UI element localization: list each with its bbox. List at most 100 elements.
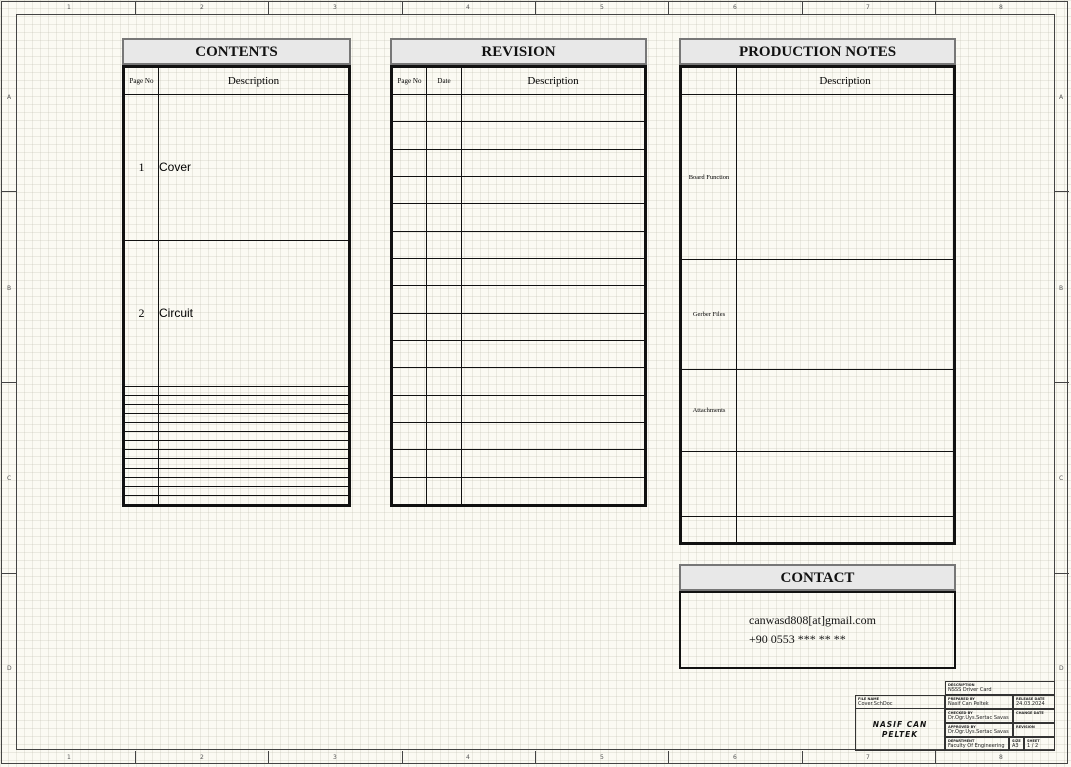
table-row bbox=[124, 403, 349, 414]
empty-cell bbox=[124, 421, 159, 433]
empty-cell bbox=[158, 467, 349, 478]
zone-row-label: B bbox=[1059, 285, 1064, 292]
empty-cell bbox=[426, 449, 462, 478]
zone-tick bbox=[668, 751, 669, 764]
zone-col-label: 8 bbox=[999, 4, 1003, 11]
empty-cell bbox=[392, 476, 427, 506]
zone-tick bbox=[1054, 573, 1069, 574]
table-row bbox=[392, 175, 645, 205]
empty-cell bbox=[461, 230, 645, 259]
release-date-value: 24.03.2024 bbox=[1016, 701, 1045, 707]
empty-cell bbox=[124, 412, 159, 423]
col-header-date: Date bbox=[426, 67, 462, 95]
table-row bbox=[681, 516, 954, 543]
table-row bbox=[392, 394, 645, 423]
contents-desc-cell: Circuit bbox=[158, 239, 349, 387]
table-row bbox=[392, 93, 645, 123]
zone-col-label: 6 bbox=[733, 4, 737, 11]
table-row bbox=[124, 449, 349, 460]
empty-cell bbox=[392, 394, 427, 423]
title-block: FILE NAME Cover.SchDoc NASIF CAN PELTEK … bbox=[855, 681, 1055, 751]
zone-tick bbox=[802, 1, 803, 14]
size-cell: SIZE A3 bbox=[1009, 737, 1024, 751]
empty-cell bbox=[158, 421, 349, 433]
zone-col-label: 7 bbox=[866, 754, 870, 761]
empty-cell bbox=[158, 431, 349, 442]
empty-cell bbox=[426, 367, 462, 396]
zone-col-label: 4 bbox=[466, 754, 470, 761]
empty-cell bbox=[426, 285, 462, 314]
zone-row-label: B bbox=[7, 285, 12, 292]
empty-cell bbox=[426, 93, 462, 123]
description-cell: DESCRIPTION NSSS Driver Card bbox=[945, 681, 1055, 695]
table-row bbox=[124, 476, 349, 487]
zone-tick bbox=[268, 751, 269, 764]
file-name-cell: FILE NAME Cover.SchDoc bbox=[855, 695, 945, 709]
production-notes-title: PRODUCTION NOTES bbox=[679, 38, 956, 65]
table-row bbox=[392, 203, 645, 232]
contents-desc-cell: Cover bbox=[158, 94, 349, 241]
contact-panel: CONTACT canwasd808[at]gmail.com +90 0553… bbox=[679, 564, 956, 669]
empty-cell bbox=[124, 494, 159, 506]
table-row bbox=[124, 440, 349, 451]
contents-panel: CONTENTS Page No Description 1 Cover 2 Cir… bbox=[122, 38, 351, 507]
col-header-page-no: Page No bbox=[392, 67, 427, 95]
empty-cell bbox=[426, 121, 462, 150]
table-row bbox=[392, 230, 645, 259]
empty-cell bbox=[392, 121, 427, 150]
sheet-cell: SHEET 1 / 2 bbox=[1024, 737, 1055, 751]
empty-cell bbox=[461, 285, 645, 314]
empty-cell bbox=[392, 367, 427, 396]
empty-cell bbox=[392, 312, 427, 341]
empty-cell bbox=[158, 403, 349, 414]
table-row bbox=[392, 367, 645, 396]
empty-cell bbox=[736, 369, 954, 452]
empty-cell bbox=[158, 412, 349, 423]
contents-page-cell: 2 bbox=[124, 239, 159, 387]
checked-by-value: Dr.Ogr.Uys.Sertac Savas bbox=[948, 715, 1009, 721]
empty-cell bbox=[392, 257, 427, 287]
production-notes-table: Description Board Function Gerber Files … bbox=[681, 67, 954, 543]
table-row bbox=[392, 121, 645, 150]
empty-cell bbox=[158, 440, 349, 451]
empty-cell bbox=[736, 516, 954, 543]
empty-cell bbox=[426, 148, 462, 177]
empty-cell bbox=[461, 312, 645, 341]
contents-table: Page No Description 1 Cover 2 Circuit bbox=[124, 67, 349, 506]
change-date-label: CHANGE DATE bbox=[1016, 711, 1044, 715]
empty-cell bbox=[426, 257, 462, 287]
table-row bbox=[392, 148, 645, 177]
revision-table-frame: Page No Date Description bbox=[390, 65, 647, 507]
table-row: 1 Cover bbox=[124, 94, 349, 241]
change-date-cell: CHANGE DATE bbox=[1013, 709, 1055, 723]
table-row bbox=[392, 257, 645, 287]
empty-cell bbox=[426, 421, 462, 451]
table-row bbox=[392, 285, 645, 314]
contact-title: CONTACT bbox=[679, 564, 956, 591]
table-row bbox=[124, 485, 349, 496]
logo-line-2: PELTEK bbox=[881, 730, 919, 739]
empty-cell bbox=[461, 394, 645, 423]
empty-cell bbox=[736, 451, 954, 517]
zone-tick bbox=[268, 1, 269, 14]
zone-col-label: 8 bbox=[999, 754, 1003, 761]
zone-col-label: 2 bbox=[200, 4, 204, 11]
empty-cell bbox=[158, 385, 349, 396]
zone-tick bbox=[935, 1, 936, 14]
zone-tick bbox=[402, 751, 403, 764]
zone-tick bbox=[1054, 191, 1069, 192]
empty-cell bbox=[158, 476, 349, 487]
empty-cell bbox=[426, 203, 462, 232]
col-header-description: Description bbox=[461, 67, 645, 95]
table-row bbox=[124, 494, 349, 506]
zone-col-label: 1 bbox=[67, 4, 71, 11]
zone-col-label: 6 bbox=[733, 754, 737, 761]
table-row bbox=[392, 476, 645, 506]
table-row bbox=[392, 421, 645, 451]
zone-row-label: D bbox=[1059, 665, 1064, 672]
zone-row-label: C bbox=[1059, 475, 1064, 482]
sheet-value: 1 / 2 bbox=[1027, 743, 1039, 749]
contact-body: canwasd808[at]gmail.com +90 0553 *** ** … bbox=[679, 591, 956, 669]
empty-cell bbox=[461, 93, 645, 123]
empty-cell bbox=[392, 449, 427, 478]
